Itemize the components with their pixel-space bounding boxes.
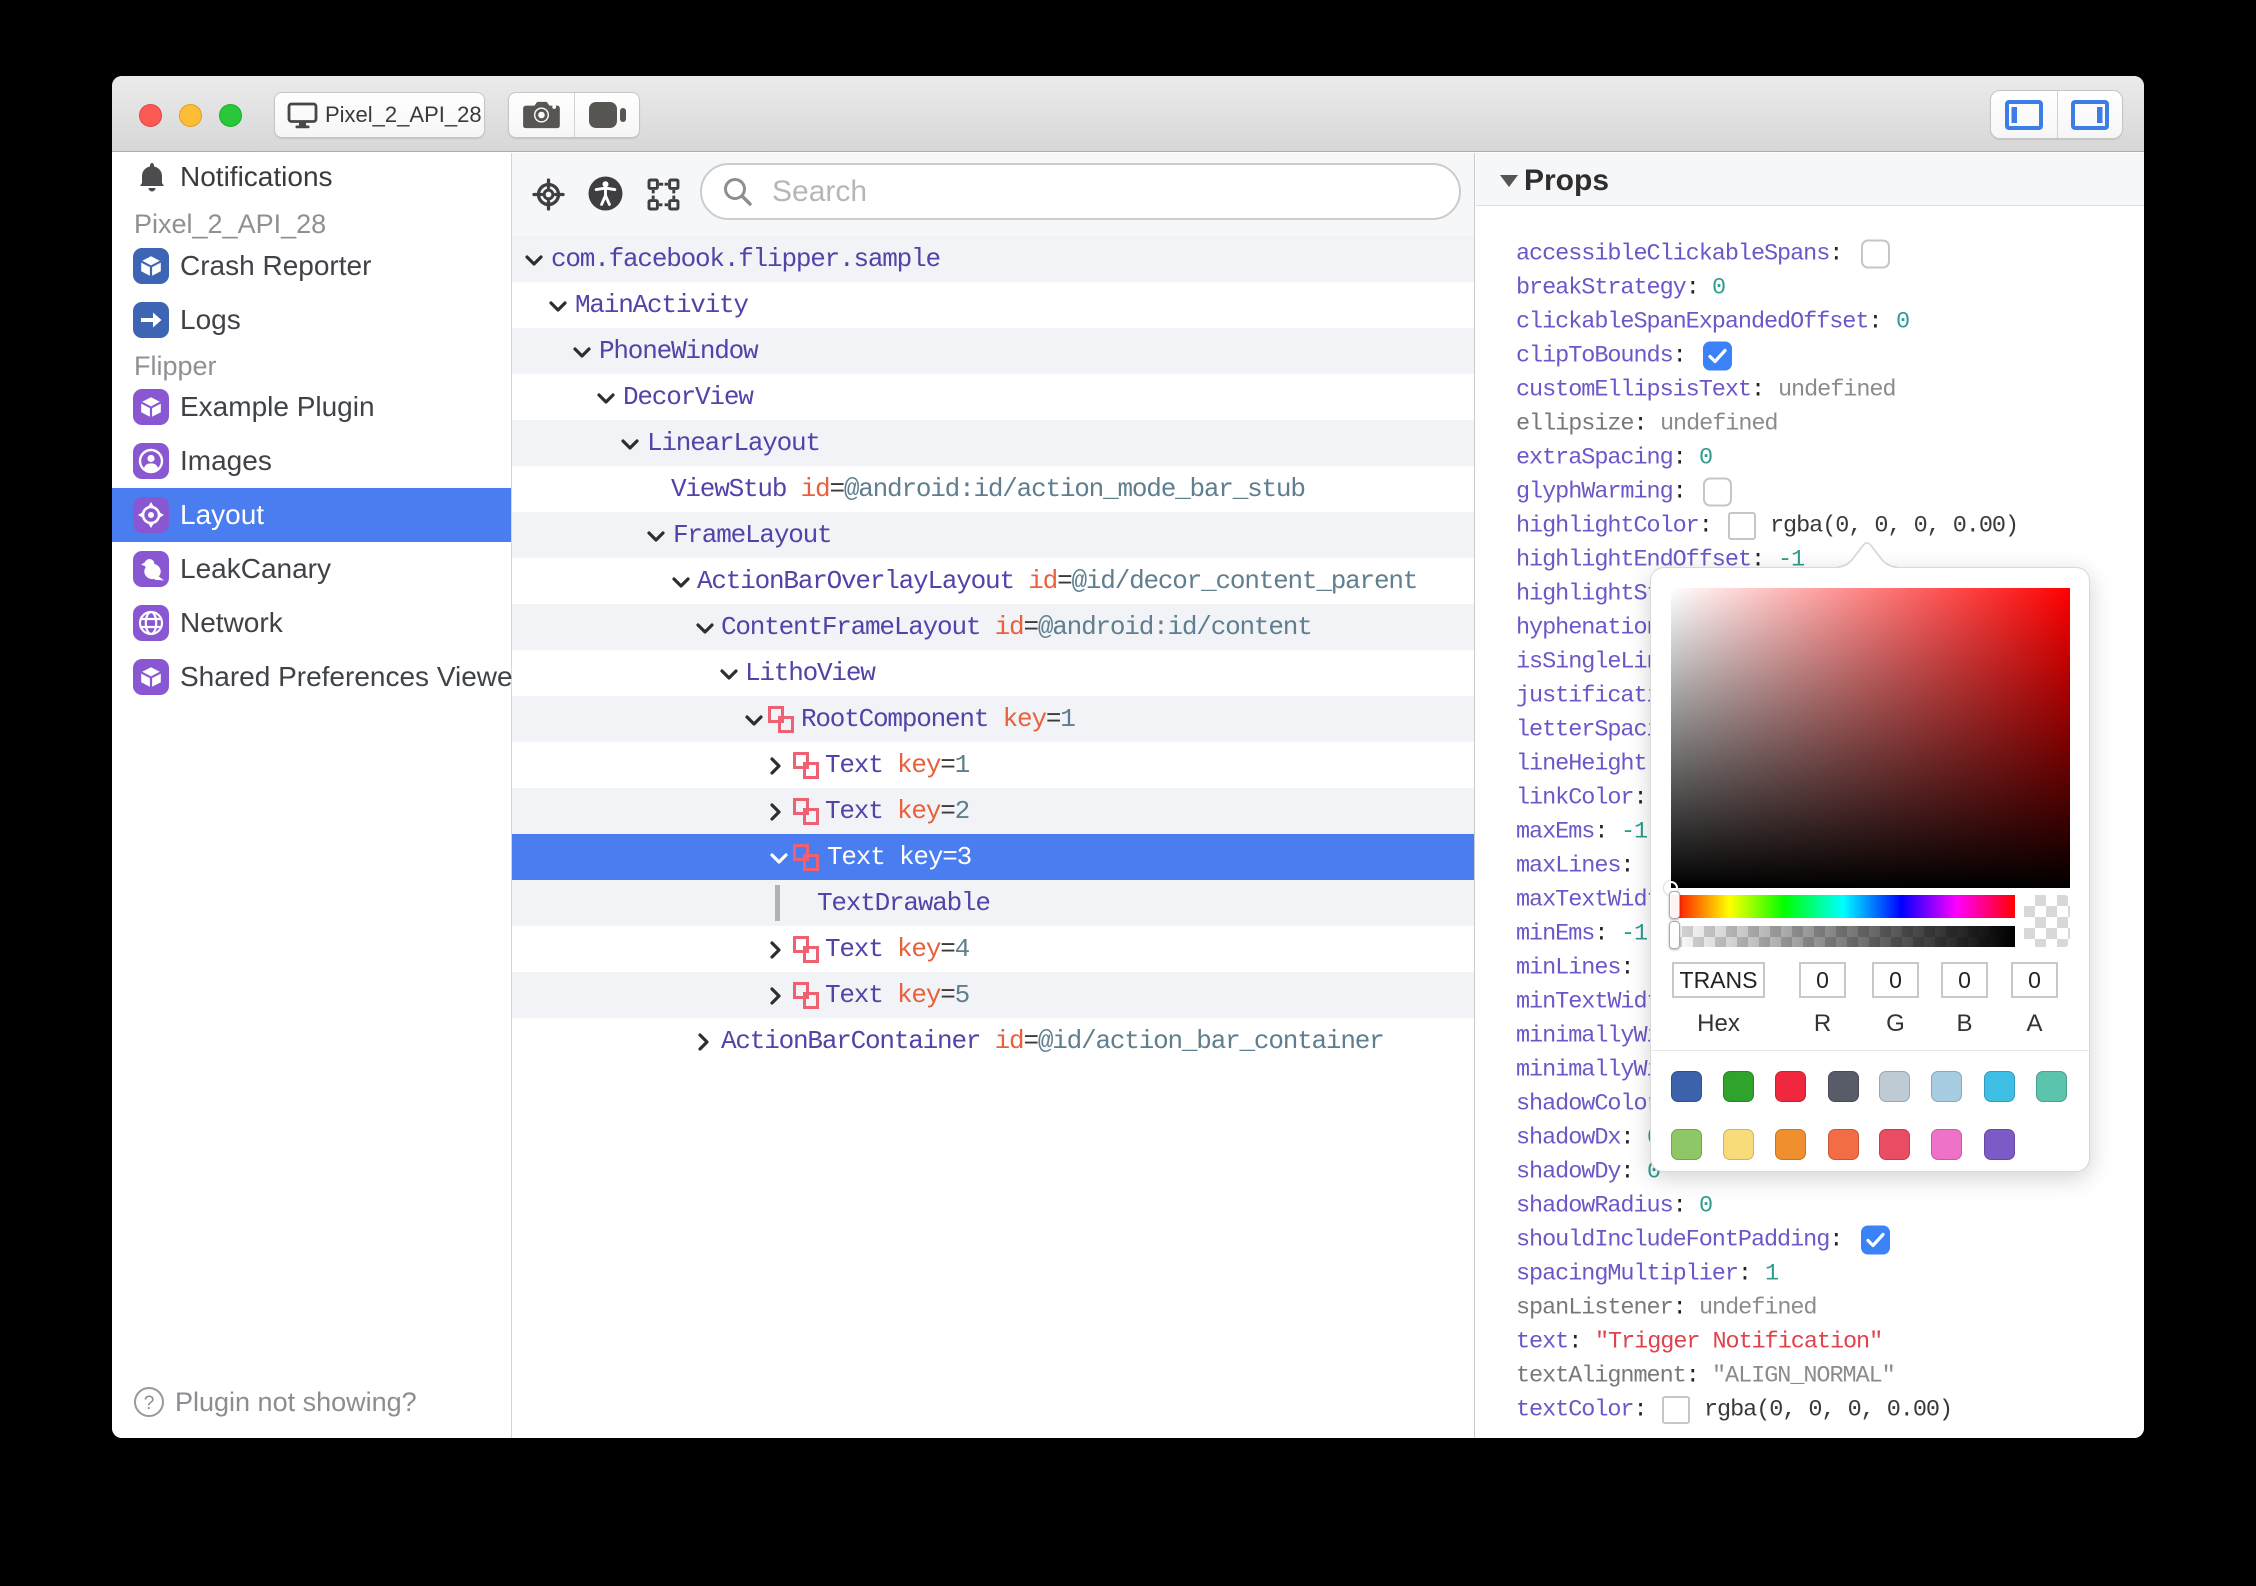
svg-text:?: ? [144,1393,155,1414]
